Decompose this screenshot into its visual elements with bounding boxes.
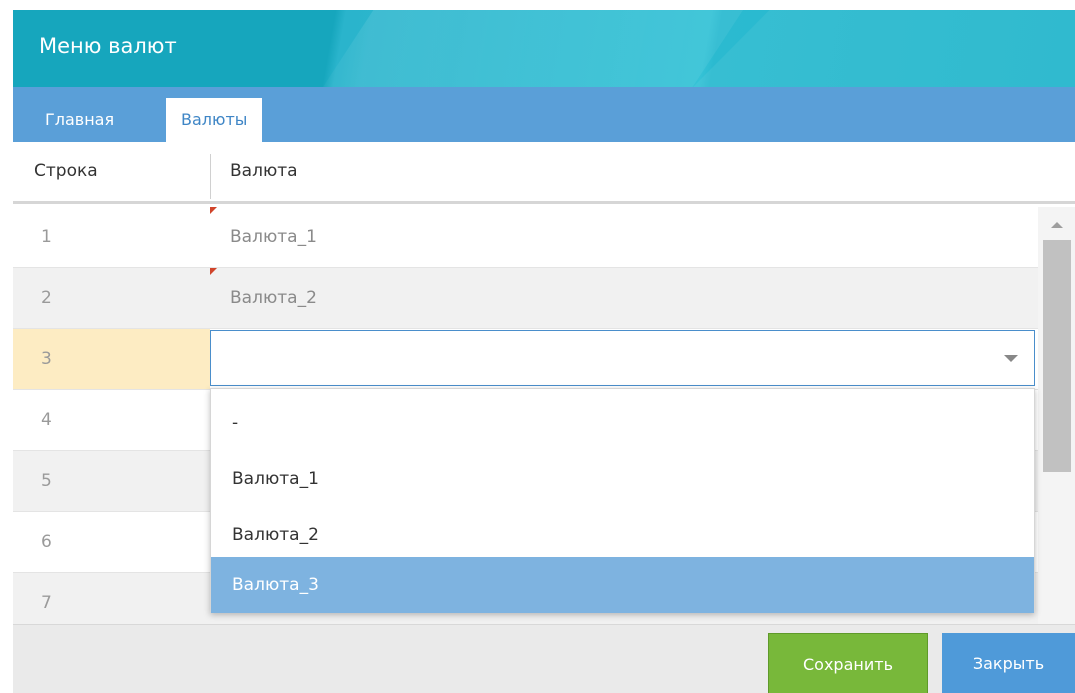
row-number: 6 (41, 532, 52, 552)
row-number: 7 (41, 593, 52, 613)
table-row[interactable]: 2 Валюта_2 (13, 268, 1038, 329)
tab-bar: Главная Валюты (13, 87, 1075, 142)
scroll-up-arrow-icon[interactable] (1051, 222, 1063, 228)
vertical-scrollbar[interactable] (1038, 207, 1075, 624)
row-number: 2 (41, 288, 52, 308)
dropdown-option[interactable]: - (211, 395, 1034, 451)
currency-cell[interactable]: Валюта_1 (230, 207, 317, 267)
currency-select-input[interactable] (210, 330, 1035, 386)
row-number: 5 (41, 471, 52, 491)
dialog-footer: Сохранить Закрыть (13, 624, 1075, 693)
modified-flag-icon (210, 207, 217, 214)
chevron-down-icon[interactable] (1004, 355, 1018, 362)
table-row[interactable]: 1 Валюта_1 (13, 207, 1038, 268)
close-button[interactable]: Закрыть (942, 633, 1075, 693)
column-header-currency[interactable]: Валюта (230, 142, 298, 201)
currency-menu-window: Меню валют Главная Валюты Строка Валюта … (13, 10, 1075, 693)
modified-flag-icon (210, 268, 217, 275)
scrollbar-thumb[interactable] (1043, 240, 1071, 472)
save-button[interactable]: Сохранить (768, 633, 928, 693)
row-number: 4 (41, 410, 52, 430)
dropdown-option[interactable]: Валюта_2 (211, 507, 1034, 563)
tab-currencies[interactable]: Валюты (166, 98, 263, 142)
currency-dropdown-list: - Валюта_1 Валюта_2 Валюта_3 (210, 388, 1035, 613)
currency-cell[interactable]: Валюта_2 (230, 268, 317, 328)
table-header: Строка Валюта (13, 142, 1075, 204)
column-header-row[interactable]: Строка (34, 142, 98, 201)
row-number: 3 (41, 349, 52, 369)
dropdown-option-highlighted[interactable]: Валюта_3 (211, 557, 1034, 613)
title-bar-decoration (693, 10, 1075, 87)
window-title: Меню валют (39, 34, 177, 58)
dropdown-option[interactable]: Валюта_1 (211, 451, 1034, 507)
row-number: 1 (41, 227, 52, 247)
tab-main[interactable]: Главная (30, 98, 129, 142)
title-bar-decoration (323, 10, 743, 87)
column-divider[interactable] (210, 154, 211, 199)
title-bar: Меню валют (13, 10, 1075, 87)
